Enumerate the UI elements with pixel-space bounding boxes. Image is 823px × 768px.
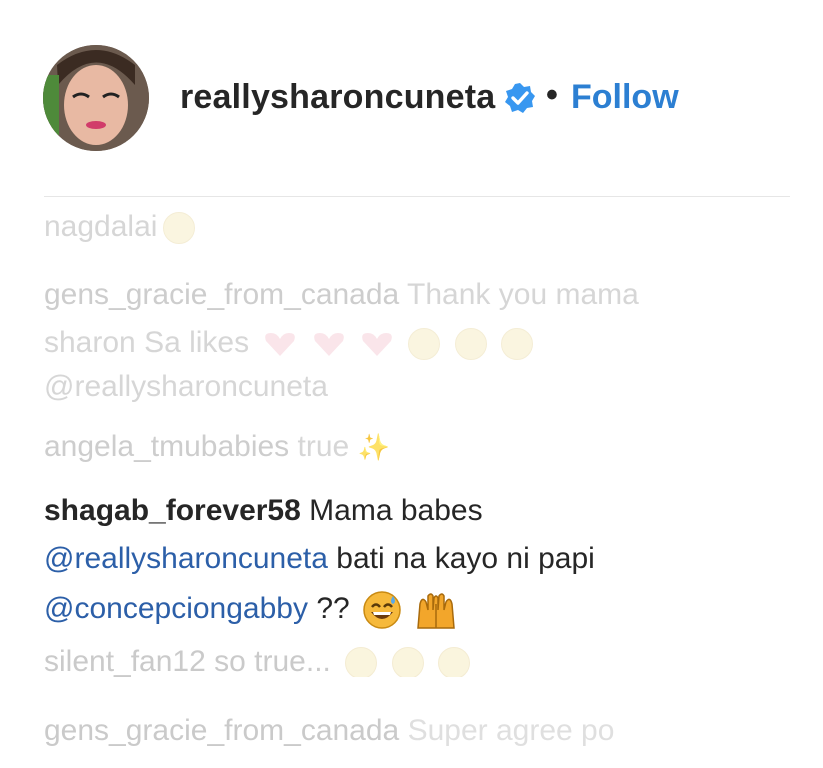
smile-emoji-icon <box>408 328 441 361</box>
avatar-image <box>43 45 149 151</box>
username[interactable]: reallysharoncuneta <box>180 78 495 117</box>
comment-text: true <box>297 430 350 463</box>
comment-text: Mama babes <box>309 494 483 527</box>
smile-emoji-icon <box>501 328 534 361</box>
faded-comment: angela_tmubabies true ✨ <box>44 430 390 464</box>
faded-comment: gens_gracie_from_canada Thank you mama <box>44 278 639 312</box>
comment-text: Super agree po <box>407 714 615 747</box>
verified-badge-icon <box>505 83 535 113</box>
smile-emoji-icon <box>391 647 424 677</box>
heart-emoji-icon <box>265 333 296 357</box>
comment-text: Thank you mama <box>407 278 639 311</box>
faded-comment-mention[interactable]: @reallysharoncuneta <box>44 370 328 404</box>
raising-hands-emoji-icon <box>417 593 456 629</box>
comment-username[interactable]: shagab_forever58 <box>44 494 301 527</box>
comment-username[interactable]: angela_tmubabies <box>44 430 289 463</box>
comment-line-1: shagab_forever58 Mama babes <box>44 494 483 528</box>
faded-comments-top: nagdalai gens_gracie_from_canada Thank y… <box>40 198 802 468</box>
heart-emoji-icon <box>362 333 392 357</box>
comment-username[interactable]: gens_gracie_from_canada <box>44 278 399 311</box>
smile-emoji-icon <box>454 328 487 361</box>
profile-avatar[interactable] <box>43 45 149 151</box>
comment-line-3: @concepciongabby ?? <box>44 590 458 630</box>
comment-text: bati na kayo ni papi <box>336 542 595 575</box>
sparkle-emoji-icon: ✨ <box>357 432 390 462</box>
follow-button[interactable]: Follow <box>571 78 679 117</box>
heart-emoji-icon <box>313 333 344 357</box>
grinning-sweat-emoji-icon <box>363 591 401 629</box>
comment-line-2: @reallysharoncuneta bati na kayo ni papi <box>44 542 595 576</box>
smile-emoji-icon <box>345 647 378 677</box>
comment-text: so true... <box>214 645 331 677</box>
faded-comment-text: sharon Sa likes <box>44 326 534 361</box>
comment-username[interactable]: gens_gracie_from_canada <box>44 714 399 747</box>
post-header: reallysharoncuneta • Follow <box>0 0 823 190</box>
header-divider <box>44 196 790 197</box>
separator-dot: • <box>546 76 558 114</box>
comment-text: ?? <box>316 591 350 625</box>
smile-emoji-icon <box>437 647 470 677</box>
comment-username[interactable]: silent_fan12 <box>44 645 206 677</box>
faded-comment: gens_gracie_from_canada Super agree po <box>44 714 614 748</box>
mention-link[interactable]: @reallysharoncuneta <box>44 542 328 575</box>
mention-link[interactable]: @concepciongabby <box>44 592 308 625</box>
faded-comment-text: nagdalai <box>44 210 196 245</box>
smile-emoji-icon <box>163 212 196 245</box>
faded-comment: silent_fan12 so true... <box>44 645 470 677</box>
